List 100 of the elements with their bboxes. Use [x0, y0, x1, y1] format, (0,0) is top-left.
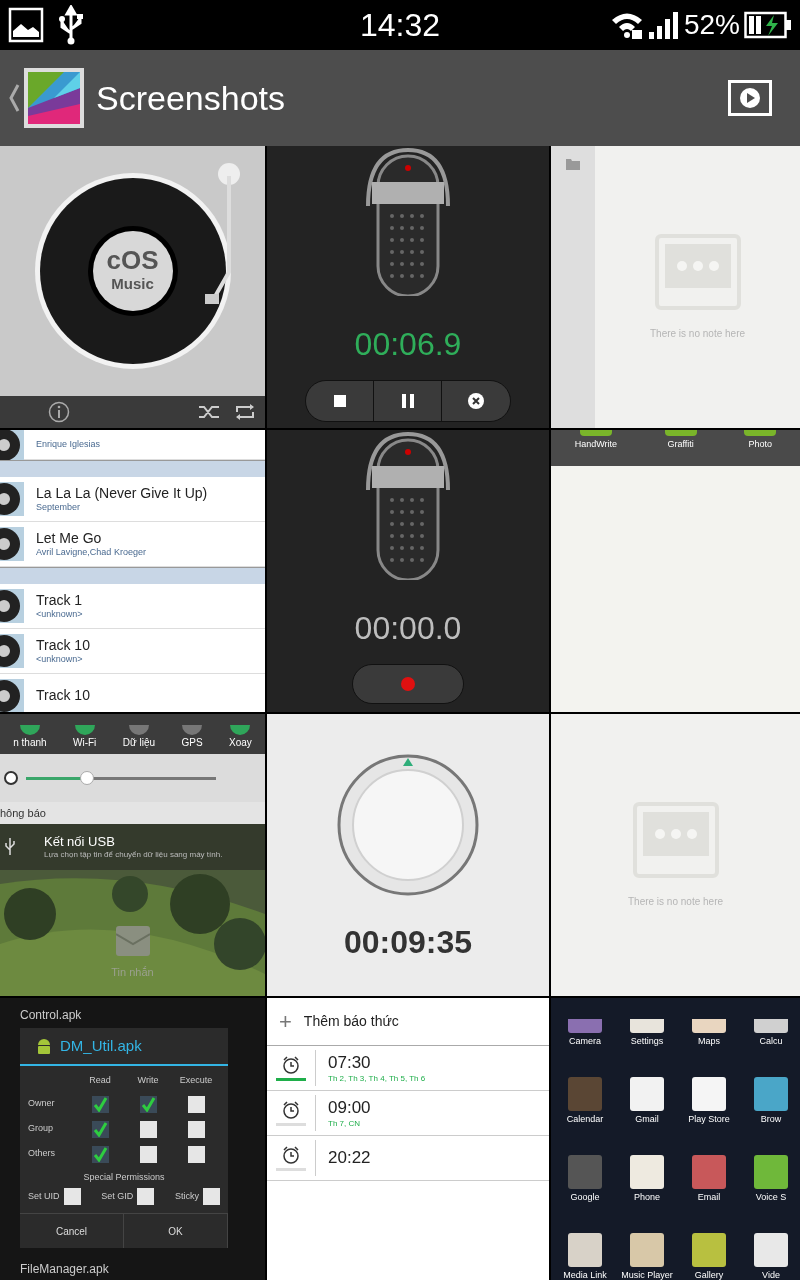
alarm-time: 09:00 — [328, 1097, 371, 1119]
checkbox[interactable] — [187, 1145, 205, 1163]
quick-toggle[interactable]: Xoay — [229, 725, 252, 750]
note-tab[interactable]: Photo — [744, 430, 777, 452]
app-label: Play Store — [688, 1112, 730, 1126]
album-title: Screenshots — [96, 77, 285, 119]
app-icon[interactable] — [692, 1076, 726, 1111]
slideshow-button[interactable] — [728, 80, 772, 116]
checkbox[interactable] — [203, 1188, 220, 1205]
usb-icon — [56, 5, 86, 45]
section-label: Special Permissions — [82, 1170, 166, 1184]
quick-toggle[interactable]: Dữ liệu — [122, 725, 155, 750]
app-icon[interactable] — [754, 1076, 788, 1111]
checkbox-label: Sticky — [174, 1189, 199, 1203]
row-label: Group — [28, 1122, 53, 1136]
app-label: Email — [697, 1190, 721, 1204]
gallery-app-icon — [24, 68, 84, 128]
song-artist: Avril Lavigne,Chad Kroeger — [36, 547, 146, 559]
dialog-title: DM_Util.apk — [60, 1035, 142, 1056]
app-icon[interactable] — [692, 1018, 726, 1033]
dialog-button[interactable]: Cancel — [20, 1214, 124, 1248]
app-label: Voice S — [755, 1190, 787, 1204]
song-title: Track 10 — [36, 687, 90, 705]
song-artist: <unknown> — [36, 609, 83, 621]
app-icon[interactable] — [630, 1018, 664, 1033]
check-icon — [92, 1096, 108, 1112]
record-button[interactable] — [352, 664, 464, 704]
note-tab[interactable]: HandWrite — [574, 430, 618, 452]
alarm-clock-icon — [281, 1145, 301, 1164]
app-icon[interactable] — [754, 1232, 788, 1267]
alarm-days: Th 2, Th 3, Th 4, Th 5, Th 6 — [328, 1073, 426, 1084]
checkbox[interactable] — [139, 1095, 157, 1113]
alarm-toggle[interactable] — [276, 1167, 306, 1171]
usb-icon — [4, 837, 16, 857]
signal-icon — [647, 10, 680, 40]
record-icon — [401, 677, 415, 691]
checkbox-label: Set GID — [101, 1189, 134, 1203]
alarm-toggle[interactable] — [276, 1077, 306, 1081]
checkbox[interactable] — [91, 1145, 109, 1163]
note-tab[interactable]: Graffiti — [664, 430, 697, 452]
app-icon[interactable] — [630, 1154, 664, 1189]
alarm-clock-icon — [281, 1100, 301, 1119]
back-button[interactable] — [8, 68, 84, 128]
brightness-icon — [4, 771, 18, 785]
quick-toggle[interactable]: GPS — [181, 725, 203, 750]
app-icon[interactable] — [630, 1232, 664, 1267]
alarm-toggle[interactable] — [276, 1122, 306, 1126]
repeat-icon — [233, 402, 257, 422]
app-icon[interactable] — [568, 1232, 602, 1267]
check-icon — [92, 1121, 108, 1137]
app-label: Phone — [634, 1190, 660, 1204]
song-title: La La La (Never Give It Up) — [36, 484, 208, 503]
app-label: Media Link — [563, 1268, 607, 1280]
file-name: FileManager.apk — [20, 1261, 109, 1278]
notification-title: Kết nối USB — [44, 833, 116, 851]
app-label: Maps — [698, 1034, 720, 1048]
app-icon[interactable] — [754, 1018, 788, 1033]
song-row[interactable]: La La La (Never Give It Up) September — [0, 477, 265, 522]
add-alarm-button[interactable]: + Thêm báo thức — [267, 998, 549, 1046]
checkbox[interactable] — [139, 1120, 157, 1138]
folder-icon — [566, 158, 580, 170]
song-row[interactable]: Track 10 <unknown> — [0, 629, 265, 674]
alarm-clock-icon — [281, 1055, 301, 1074]
alarm-time: 20:22 — [328, 1147, 371, 1169]
app-label: Brow — [760, 1112, 782, 1126]
app-label: Vide — [762, 1268, 780, 1280]
alarm-time: 07:30 — [328, 1052, 372, 1074]
checkbox[interactable] — [63, 1188, 81, 1205]
play-icon — [739, 87, 761, 109]
song-row[interactable]: Track 1 <unknown> — [0, 584, 265, 629]
app-icon[interactable] — [692, 1232, 726, 1267]
brightness-slider[interactable] — [26, 770, 216, 786]
checkbox[interactable] — [137, 1188, 155, 1205]
disc-label: cOS — [106, 246, 159, 273]
alarm-days: Th 7, CN — [328, 1118, 371, 1129]
app-icon[interactable] — [630, 1076, 664, 1111]
app-label: Google — [570, 1190, 600, 1204]
quick-toggle[interactable]: Wi-Fi — [73, 725, 97, 750]
close-icon — [468, 393, 484, 409]
checkbox[interactable] — [187, 1095, 205, 1113]
plus-icon: + — [279, 1005, 292, 1038]
app-label: Calcu — [759, 1034, 783, 1048]
song-title: Track 1 — [36, 591, 83, 610]
song-title: Let Me Go — [36, 529, 103, 548]
checkbox[interactable] — [91, 1120, 109, 1138]
app-label: Gallery — [694, 1268, 724, 1280]
song-title: Track 10 — [36, 636, 90, 655]
quick-toggle[interactable]: n thanh — [13, 725, 47, 750]
dialog-button[interactable]: OK — [124, 1214, 228, 1248]
notification-text: Lựa chọn tập tin để chuyển dữ liệu sang máy tính. — [44, 850, 223, 861]
app-label: Tin nhắn — [111, 965, 154, 980]
check-icon — [140, 1096, 156, 1112]
envelope-icon — [115, 926, 150, 956]
checkbox[interactable] — [187, 1120, 205, 1138]
row-label: Owner — [28, 1097, 55, 1111]
app-label: Camera — [569, 1034, 601, 1048]
checkbox[interactable] — [91, 1095, 109, 1113]
timer-time: 00:09:35 — [343, 923, 473, 962]
checkbox[interactable] — [139, 1145, 157, 1163]
app-icon[interactable] — [754, 1154, 788, 1189]
